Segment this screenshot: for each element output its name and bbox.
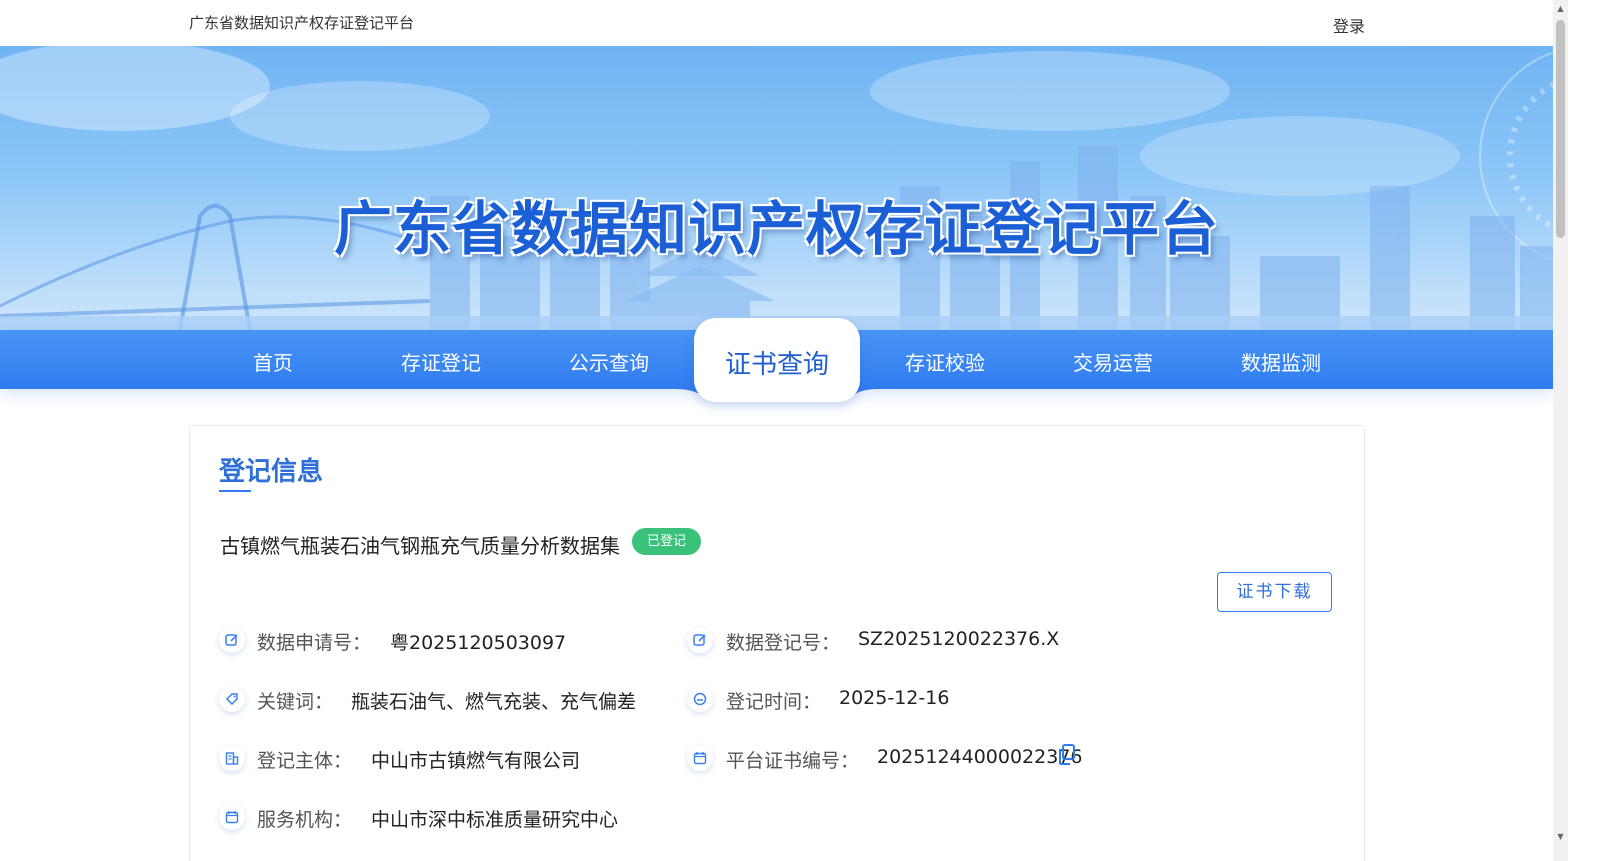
banner-title: 广东省数据知识产权存证登记平台 — [333, 195, 1219, 263]
keywords-label: 关键词： — [257, 691, 334, 713]
building-icon — [219, 745, 245, 771]
nav-item-deposit-verify[interactable]: 存证校验 — [875, 347, 1015, 376]
scrollbar-thumb[interactable] — [1556, 20, 1565, 238]
section-title-underline — [219, 490, 251, 492]
calendar-icon — [219, 804, 245, 830]
scroll-down-arrow-icon[interactable]: ▼ — [1555, 832, 1566, 842]
top-bar: 广东省数据知识产权存证登记平台 登录 — [0, 0, 1553, 46]
site-name: 广东省数据知识产权存证登记平台 — [189, 14, 415, 32]
scroll-up-arrow-icon[interactable]: ▲ — [1555, 4, 1566, 14]
calendar-icon — [687, 745, 713, 771]
banner: 广东省数据知识产权存证登记平台 — [0, 46, 1553, 330]
copy-icon[interactable] — [1058, 744, 1076, 766]
registration-no-value: SZ2025120022376.X — [858, 628, 1060, 650]
status-badge: 已登记 — [632, 528, 701, 555]
keywords-value: 瓶装石油气、燃气充装、充气偏差 — [351, 691, 637, 713]
certificate-no-value: 20251244000022376 — [877, 746, 1083, 768]
dataset-name: 古镇燃气瓶装石油气钢瓶充气质量分析数据集 — [220, 534, 620, 558]
login-link[interactable]: 登录 — [1333, 13, 1365, 37]
service-org-value: 中山市深中标准质量研究中心 — [371, 809, 619, 831]
registration-no-label: 数据登记号： — [726, 632, 841, 654]
nav-item-trading[interactable]: 交易运营 — [1043, 347, 1183, 376]
nav-item-certificate-query[interactable]: 证书查询 — [694, 344, 860, 381]
edit-icon — [219, 627, 245, 653]
registrant-value: 中山市古镇燃气有限公司 — [371, 750, 581, 772]
clock-icon — [687, 686, 713, 712]
registration-time-label: 登记时间： — [726, 691, 822, 713]
nav-item-home[interactable]: 首页 — [203, 347, 343, 376]
application-no-value: 粤2025120503097 — [390, 632, 567, 654]
section-title: 登记信息 — [219, 457, 324, 487]
certificate-download-button[interactable]: 证书下载 — [1217, 572, 1332, 612]
application-no-label: 数据申请号： — [257, 632, 372, 654]
service-org-label: 服务机构： — [257, 809, 353, 831]
page: 广东省数据知识产权存证登记平台 登录 广东省数据知识产权存证登记平台 首页 存证… — [0, 0, 1600, 861]
tag-icon — [219, 686, 245, 712]
certificate-no-label: 平台证书编号： — [726, 750, 860, 772]
edit-icon — [687, 627, 713, 653]
nav-item-data-monitor[interactable]: 数据监测 — [1211, 347, 1351, 376]
nav-item-deposit-register[interactable]: 存证登记 — [371, 347, 511, 376]
nav-item-public-query[interactable]: 公示查询 — [539, 347, 679, 376]
registration-time-value: 2025-12-16 — [839, 687, 950, 709]
registrant-label: 登记主体： — [257, 750, 353, 772]
